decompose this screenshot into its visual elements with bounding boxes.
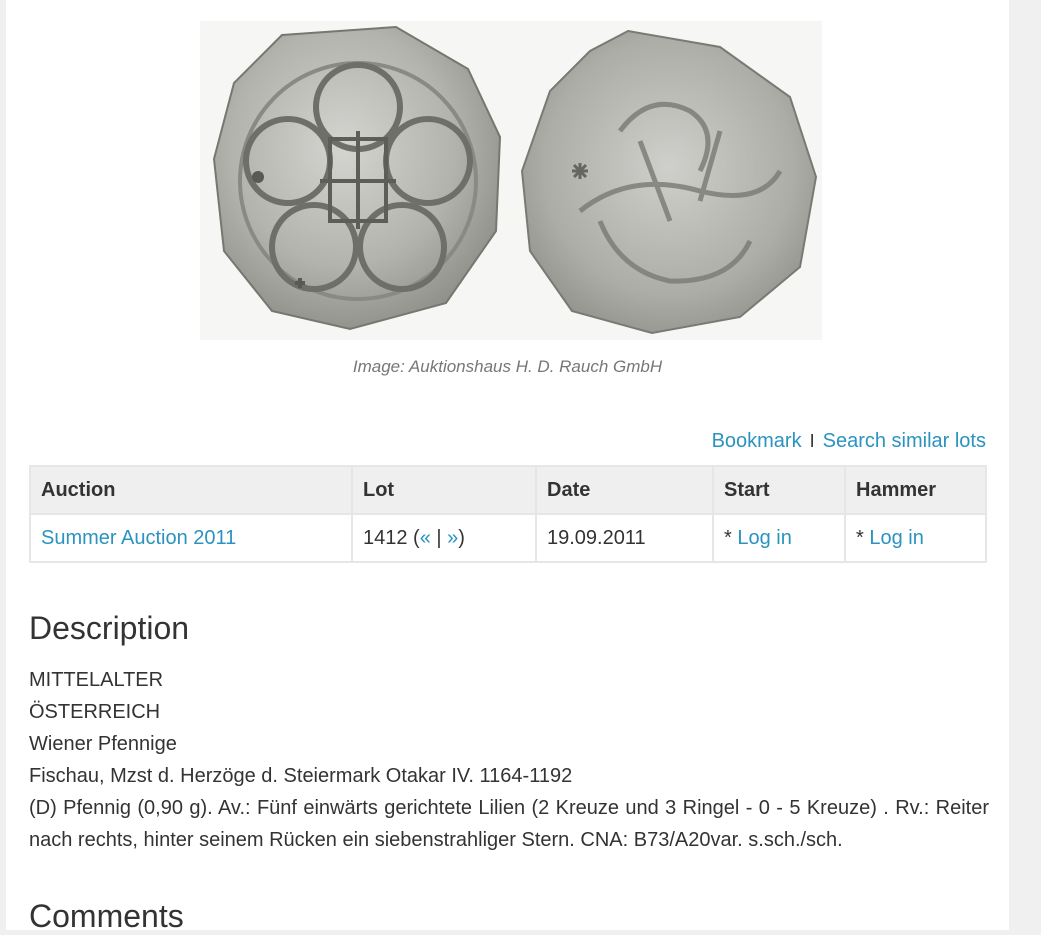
- start-login-link[interactable]: Log in: [737, 527, 792, 549]
- cell-lot: 1412 (« | »): [351, 513, 537, 563]
- description-line: MITTELALTER: [29, 669, 164, 691]
- next-lot-link[interactable]: »: [447, 527, 458, 549]
- description-heading: Description: [29, 610, 190, 646]
- hammer-prefix: *: [856, 526, 870, 549]
- description-text: MITTELALTER ÖSTERREICH Wiener Pfennige F…: [29, 664, 989, 856]
- lot-open-paren: (: [407, 526, 420, 549]
- description-line: ÖSTERREICH: [29, 701, 161, 723]
- cell-auction: Summer Auction 2011: [29, 513, 353, 563]
- page-content: Image: Auktionshaus H. D. Rauch GmbH Boo…: [6, 0, 1009, 934]
- col-header-date: Date: [535, 465, 714, 515]
- comments-heading: Comments: [29, 898, 184, 934]
- scrollbar-track[interactable]: [1009, 0, 1041, 930]
- bookmark-link[interactable]: Bookmark: [712, 430, 802, 452]
- search-similar-link[interactable]: Search similar lots: [823, 430, 986, 452]
- cell-hammer: * Log in: [844, 513, 987, 563]
- auction-link[interactable]: Summer Auction 2011: [41, 527, 236, 549]
- col-header-hammer: Hammer: [844, 465, 987, 515]
- cell-start: * Log in: [712, 513, 846, 563]
- coin-reverse: [520, 29, 818, 335]
- start-prefix: *: [724, 526, 738, 549]
- description-line: Wiener Pfennige: [29, 733, 177, 755]
- lot-actions: Bookmark I Search similar lots: [712, 430, 986, 453]
- col-header-lot: Lot: [351, 465, 537, 515]
- coin-photo: [212, 25, 818, 335]
- coin-obverse: [212, 25, 502, 331]
- lot-table: Auction Lot Date Start Hammer Summer Auc…: [29, 465, 987, 563]
- description-line: Fischau, Mzst d. Herzöge d. Steiermark O…: [29, 765, 573, 787]
- coin-image[interactable]: [200, 21, 822, 340]
- lot-number: 1412: [363, 526, 408, 549]
- actions-separator: I: [809, 431, 815, 451]
- table-row: Summer Auction 2011 1412 (« | ») 19.09.2…: [29, 513, 987, 563]
- image-caption: Image: Auktionshaus H. D. Rauch GmbH: [352, 357, 663, 376]
- cell-date: 19.09.2011: [535, 513, 714, 563]
- previous-lot-link[interactable]: «: [420, 527, 431, 549]
- lot-nav-separator: |: [430, 526, 448, 549]
- col-header-auction: Auction: [29, 465, 353, 515]
- description-line: (D) Pfennig (0,90 g). Av.: Fünf einwärts…: [29, 797, 989, 851]
- col-header-start: Start: [712, 465, 846, 515]
- lot-close-paren: ): [458, 526, 465, 549]
- table-header-row: Auction Lot Date Start Hammer: [29, 465, 987, 515]
- hammer-login-link[interactable]: Log in: [869, 527, 924, 549]
